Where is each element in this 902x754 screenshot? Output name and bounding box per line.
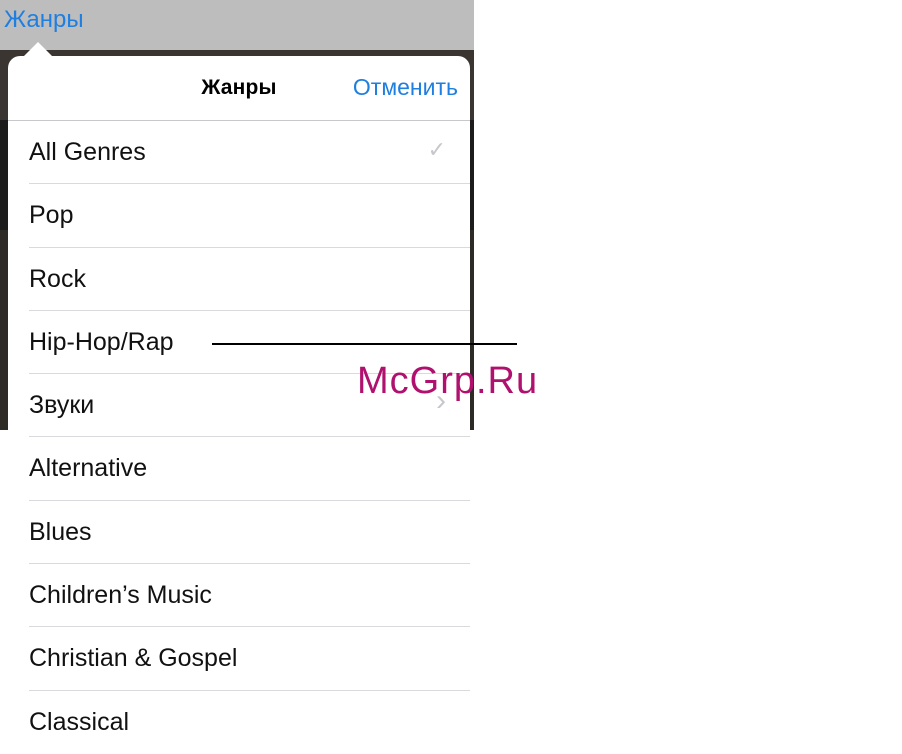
popover-header: Жанры Отменить — [8, 56, 470, 121]
genre-item-rock[interactable]: Rock — [8, 248, 470, 312]
genre-item-blues[interactable]: Blues — [8, 501, 470, 565]
genre-list: All Genres ✓ Pop Rock Hip-Hop/Rap Звуки … — [8, 121, 470, 750]
genre-item-alternative[interactable]: Alternative — [8, 437, 470, 502]
genre-item-label: Christian & Gospel — [29, 644, 238, 673]
genre-item-label: Blues — [29, 517, 92, 546]
callout-line — [212, 343, 517, 345]
genres-popover: Жанры Отменить All Genres ✓ Pop Rock Hip… — [8, 56, 470, 750]
genres-nav-link[interactable]: Жанры — [4, 6, 84, 34]
navigation-bar: Жанры — [0, 0, 474, 50]
genre-item-label: Rock — [29, 264, 86, 293]
genre-item-label: Children’s Music — [29, 581, 212, 610]
genre-item-classical[interactable]: Classical — [8, 691, 470, 750]
popover-arrow — [24, 42, 52, 56]
genre-item-all-genres[interactable]: All Genres ✓ — [8, 121, 470, 185]
genre-item-label: Classical — [29, 707, 130, 736]
genre-item-label: All Genres — [29, 138, 146, 166]
genre-item-label: Pop — [29, 201, 74, 230]
cancel-button[interactable]: Отменить — [353, 74, 458, 101]
watermark: McGrp.Ru — [357, 360, 539, 402]
genre-item-pop[interactable]: Pop — [8, 184, 470, 248]
genre-item-christian-gospel[interactable]: Christian & Gospel — [8, 627, 470, 691]
checkmark-icon: ✓ — [427, 137, 446, 162]
genre-item-label: Hip-Hop/Rap — [29, 327, 174, 356]
genre-item-childrens-music[interactable]: Children’s Music — [8, 564, 470, 628]
genre-item-label: Alternative — [29, 454, 148, 483]
genre-item-label: Звуки — [29, 391, 95, 420]
